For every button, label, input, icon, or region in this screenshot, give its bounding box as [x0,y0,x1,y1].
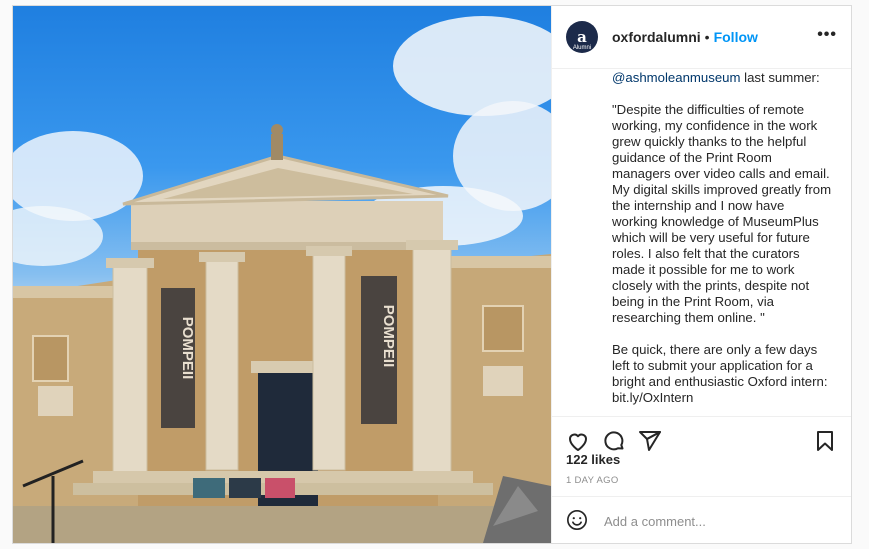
account-avatar[interactable]: a Alumni [566,21,598,53]
comment-input[interactable] [602,507,806,535]
banner-left-text: POMPEII [179,317,196,380]
likes-count[interactable]: 122 likes [566,452,620,467]
ashmolean-museum-photo: POMPEII POMPEII [13,16,551,543]
instagram-post: POMPEII POMPEII a Alumni oxfordalumni • … [12,5,852,544]
smiley-icon[interactable] [566,509,588,531]
follow-button[interactable]: Follow [714,29,758,45]
banner-right-text: POMPEII [380,305,397,368]
more-options-icon[interactable]: ••• [817,26,837,44]
comment-bar [552,496,851,543]
post-sidebar: a Alumni oxfordalumni • Follow ••• @ashm… [551,6,851,543]
avatar-sub: Alumni [572,45,592,51]
post-header: a Alumni oxfordalumni • Follow ••• [552,6,851,69]
avatar-letter: a [577,28,587,46]
paper-plane-icon[interactable] [638,429,662,453]
mention-link[interactable]: @ashmoleanmuseum [612,70,740,85]
username-link[interactable]: oxfordalumni [612,29,701,45]
comment-icon[interactable] [602,429,626,453]
separator-dot: • [704,29,710,45]
caption-first-line: last summer: [740,70,820,85]
caption-body: "Despite the difficulties of remote work… [612,102,832,405]
post-timestamp[interactable]: 1 DAY AGO [566,475,619,486]
heart-icon[interactable] [566,429,590,453]
bookmark-icon[interactable] [813,429,837,453]
post-image[interactable]: POMPEII POMPEII [13,6,551,543]
post-caption: @ashmoleanmuseum last summer: "Despite t… [612,70,833,416]
